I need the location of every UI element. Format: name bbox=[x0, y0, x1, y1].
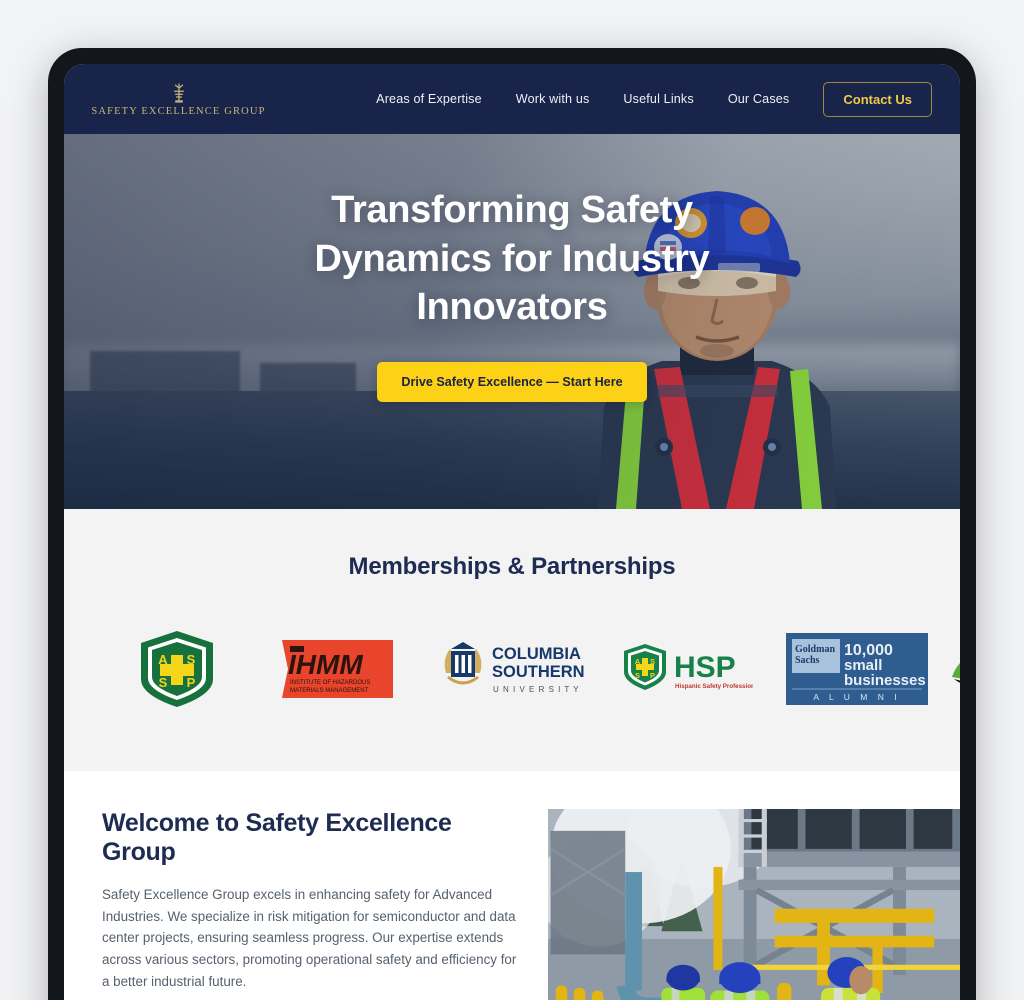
svg-text:S: S bbox=[650, 657, 655, 666]
brand-logo[interactable]: SAFETY EXCELLENCE GROUP bbox=[86, 81, 271, 117]
svg-text:P: P bbox=[187, 675, 196, 690]
svg-text:U N I V E R S I T Y: U N I V E R S I T Y bbox=[493, 685, 580, 694]
svg-text:SOUTHERN: SOUTHERN bbox=[492, 663, 585, 681]
assp-logo: A S S P bbox=[141, 631, 213, 707]
svg-text:A: A bbox=[158, 652, 168, 667]
welcome-body: Safety Excellence Group excels in enhanc… bbox=[102, 887, 517, 989]
svg-text:businesses: businesses bbox=[844, 672, 926, 689]
welcome-section: Welcome to Safety Excellence Group Safet… bbox=[64, 771, 960, 1000]
svg-text:MATERIALS MANAGEMENT: MATERIALS MANAGEMENT bbox=[290, 688, 369, 694]
partner-logo-hsp[interactable]: A S S P HSP Hispanic Safety Professional… bbox=[602, 629, 772, 709]
site-header: SAFETY EXCELLENCE GROUP Areas of Experti… bbox=[64, 64, 960, 134]
brand-name: SAFETY EXCELLENCE GROUP bbox=[91, 106, 266, 117]
svg-text:S: S bbox=[187, 652, 196, 667]
svg-text:S: S bbox=[159, 675, 168, 690]
welcome-title: Welcome to Safety Excellence Group bbox=[102, 809, 452, 866]
hero-cta-button[interactable]: Drive Safety Excellence — Start Here bbox=[377, 361, 647, 402]
nav-item-areas-of-expertise[interactable]: Areas of Expertise bbox=[359, 92, 499, 106]
svg-text:A: A bbox=[635, 657, 641, 666]
partner-logo-goldman-sachs[interactable]: Goldman Sachs 10,000 small businesses A … bbox=[772, 629, 942, 709]
welcome-photo-column: SAFET bbox=[548, 809, 960, 1000]
svg-text:Hispanic Safety Professionals: Hispanic Safety Professionals bbox=[675, 683, 753, 690]
svg-text:S: S bbox=[635, 671, 640, 680]
goldman-sachs-10000-small-businesses-alumni-logo: Goldman Sachs 10,000 small businesses A … bbox=[786, 633, 928, 705]
hero-content: Transforming Safety Dynamics for Industr… bbox=[64, 134, 960, 509]
svg-text:A L U M N I: A L U M N I bbox=[813, 692, 900, 702]
svg-text:Goldman: Goldman bbox=[795, 644, 835, 655]
svg-text:Sachs: Sachs bbox=[795, 655, 820, 666]
memberships-title: Memberships & Partnerships bbox=[348, 553, 676, 580]
svg-text:INSTITUTE OF HAZARDOUS: INSTITUTE OF HAZARDOUS bbox=[290, 680, 370, 686]
nav-item-work-with-us[interactable]: Work with us bbox=[499, 92, 607, 106]
partner-logo-assp[interactable]: A S S P bbox=[102, 629, 252, 709]
partner-logo-columbia-southern[interactable]: COLUMBIA SOUTHERN U N I V E R S I T Y bbox=[422, 629, 602, 709]
industrial-site-photo: SAFET bbox=[548, 809, 960, 1000]
svg-text:P: P bbox=[650, 671, 655, 680]
primary-nav: Areas of Expertise Work with us Useful L… bbox=[359, 81, 932, 117]
browser-viewport: SAFETY EXCELLENCE GROUP Areas of Experti… bbox=[64, 64, 960, 1000]
tree-emblem-icon bbox=[166, 81, 192, 105]
svg-text:HSP: HSP bbox=[674, 651, 736, 684]
green-swoosh-partner-logo bbox=[952, 663, 960, 683]
columbia-southern-university-logo: COLUMBIA SOUTHERN U N I V E R S I T Y bbox=[444, 642, 585, 694]
ihmm-logo: IHMM INSTITUTE OF HAZARDOUS MATERIALS MA… bbox=[281, 640, 393, 698]
screenshot-stage: SAFETY EXCELLENCE GROUP Areas of Experti… bbox=[0, 0, 1024, 1000]
hero-section: Transforming Safety Dynamics for Industr… bbox=[64, 134, 960, 509]
industrial-site-illustration: SAFET bbox=[548, 809, 960, 1000]
contact-us-button[interactable]: Contact Us bbox=[823, 81, 932, 117]
welcome-text-column: Welcome to Safety Excellence Group Safet… bbox=[64, 809, 548, 1000]
svg-text:COLUMBIA: COLUMBIA bbox=[492, 645, 581, 663]
hero-title: Transforming Safety Dynamics for Industr… bbox=[314, 189, 710, 329]
nav-item-useful-links[interactable]: Useful Links bbox=[606, 92, 710, 106]
device-frame: SAFETY EXCELLENCE GROUP Areas of Experti… bbox=[48, 48, 976, 1000]
partner-logo-green-swoosh[interactable] bbox=[942, 629, 960, 709]
svg-text:IHMM: IHMM bbox=[288, 649, 363, 680]
hsp-logo: A S S P HSP Hispanic Safety Professional… bbox=[624, 644, 753, 690]
nav-item-our-cases[interactable]: Our Cases bbox=[711, 92, 807, 106]
partner-logo-row: A S S P IHMM INSTITUTE OF HAZARDOUS MATE… bbox=[64, 629, 960, 709]
memberships-section: Memberships & Partnerships A S S P IHMM … bbox=[64, 509, 960, 771]
partner-logo-ihmm[interactable]: IHMM INSTITUTE OF HAZARDOUS MATERIALS MA… bbox=[252, 629, 422, 709]
